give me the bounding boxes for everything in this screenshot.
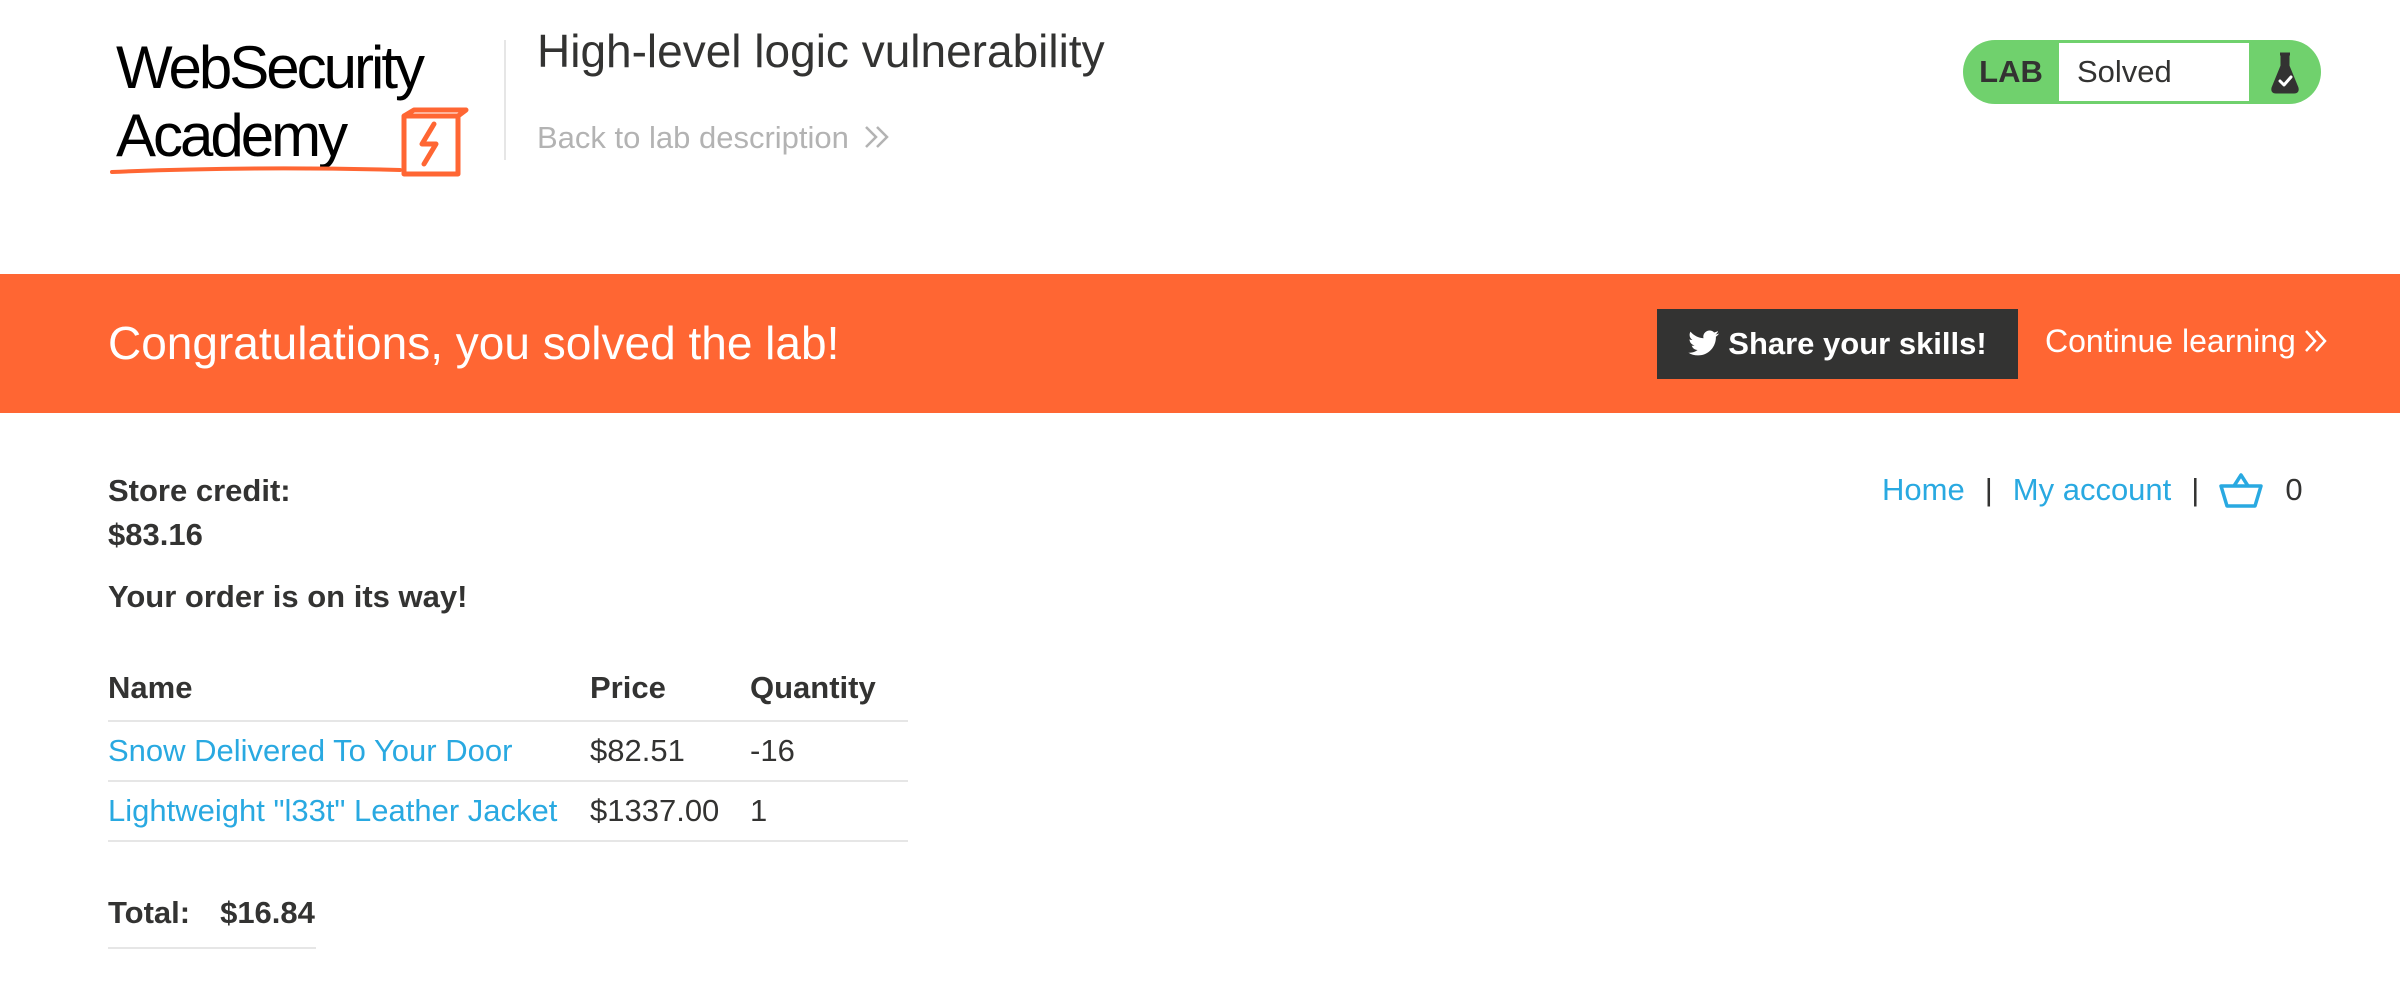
- congratulations-message: Congratulations, you solved the lab!: [108, 317, 840, 369]
- cart-count: 0: [2285, 472, 2303, 507]
- svg-text:Academy: Academy: [116, 102, 348, 169]
- table-row: Lightweight "l33t" Leather Jacket $1337.…: [108, 782, 908, 842]
- twitter-icon: [1688, 330, 1720, 356]
- nav-home-link[interactable]: Home: [1882, 472, 1965, 508]
- order-confirmation-message: Your order is on its way!: [108, 579, 468, 614]
- lab-status-badge: LAB Solved: [1963, 40, 2321, 104]
- continue-learning-link[interactable]: Continue learning: [2045, 323, 2328, 360]
- header-divider: [504, 40, 506, 160]
- nav-separator: |: [1984, 472, 1993, 507]
- top-nav: Home | My account | 0: [1882, 470, 2303, 510]
- column-header-price: Price: [590, 670, 666, 705]
- lab-status-value: Solved: [2059, 43, 2249, 101]
- back-to-lab-description-link[interactable]: Back to lab description: [537, 120, 891, 156]
- double-chevron-right-icon: [865, 126, 889, 148]
- product-price: $82.51: [590, 733, 685, 768]
- nav-my-account-link[interactable]: My account: [2013, 472, 2172, 508]
- store-credit-label: Store credit:: [108, 473, 291, 508]
- product-price: $1337.00: [590, 793, 720, 828]
- order-table: Name Price Quantity Snow Delivered To Yo…: [108, 660, 908, 842]
- continue-learning-label: Continue learning: [2045, 323, 2296, 359]
- share-button-label: Share your skills!: [1728, 326, 1987, 361]
- svg-text:WebSecurity: WebSecurity: [116, 34, 425, 101]
- product-link[interactable]: Snow Delivered To Your Door: [108, 722, 512, 780]
- nav-separator: |: [2191, 472, 2200, 507]
- column-header-quantity: Quantity: [750, 670, 876, 705]
- double-chevron-right-icon: [2304, 330, 2327, 352]
- product-quantity: 1: [750, 793, 768, 828]
- table-header-row: Name Price Quantity: [108, 660, 908, 722]
- store-credit-value: $83.16: [108, 517, 203, 552]
- order-total: Total: $16.84: [108, 895, 316, 949]
- table-row: Snow Delivered To Your Door $82.51 -16: [108, 722, 908, 782]
- back-link-label: Back to lab description: [537, 120, 849, 155]
- logo-graphic: WebSecurity Academy: [110, 34, 469, 177]
- column-header-name: Name: [108, 670, 193, 705]
- product-quantity: -16: [750, 733, 795, 768]
- order-total-value: $16.84: [220, 895, 315, 930]
- product-link[interactable]: Lightweight "l33t" Leather Jacket: [108, 782, 557, 840]
- solved-banner: Congratulations, you solved the lab! Sha…: [0, 274, 2400, 413]
- lab-title: High-level logic vulnerability: [537, 25, 1105, 77]
- flask-icon: [2271, 52, 2299, 94]
- web-security-academy-logo[interactable]: WebSecurity Academy: [104, 30, 504, 180]
- lab-status-tag: LAB: [1979, 54, 2043, 89]
- share-your-skills-button[interactable]: Share your skills!: [1657, 309, 2018, 379]
- order-total-label: Total:: [108, 895, 191, 930]
- shopping-basket-icon[interactable]: [2219, 470, 2264, 510]
